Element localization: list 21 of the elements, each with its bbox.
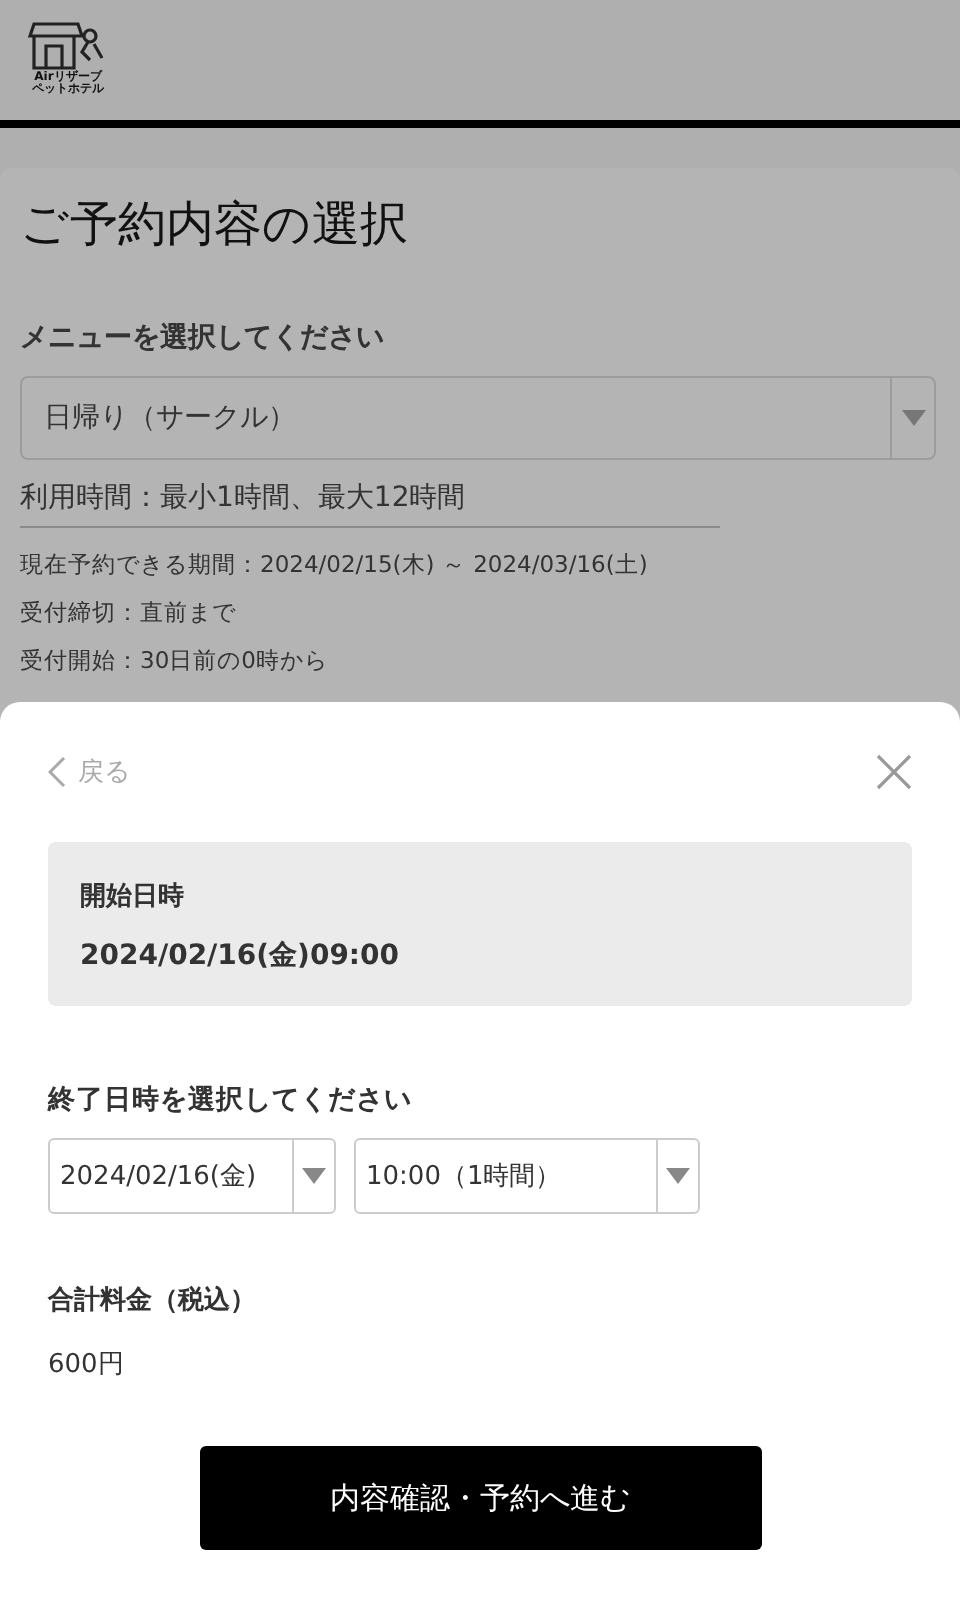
start-label: 開始日時 — [80, 880, 186, 914]
page-title: ご予約内容の選択 — [20, 194, 410, 256]
select-field[interactable]: 10:00（1時間） — [354, 1138, 700, 1214]
info-text: 受付開始：30日前の0時から — [20, 646, 330, 676]
shop-icon — [28, 16, 108, 72]
info-text: 受付締切：直前まで — [20, 598, 238, 628]
field-label: メニューを選択してください — [20, 320, 386, 356]
total-price: 600円 — [48, 1348, 126, 1382]
menu-select[interactable]: 日帰り（サークル） — [20, 376, 936, 460]
usage-time-text: 利用時間：最小1時間、最大12時間 — [20, 460, 720, 528]
caret-icon — [901, 410, 925, 426]
caret-icon — [666, 1168, 690, 1184]
start-datetime: 2024/02/16(金)09:00 — [80, 938, 402, 974]
info-text: 現在予約できる期間：2024/02/15(木) ～ 2024/03/16(土) — [20, 550, 650, 580]
close-icon[interactable] — [876, 754, 912, 790]
select-field[interactable]: 2024/02/16(金) — [48, 1138, 336, 1214]
field-label: 終了日時を選択してください — [48, 1082, 414, 1118]
proceed-button[interactable]: 内容確認・予約へ進む — [199, 1446, 761, 1550]
total-label: 合計料金（税込） — [48, 1283, 258, 1318]
chevron-left-icon — [48, 756, 66, 788]
caret-icon — [302, 1168, 326, 1184]
